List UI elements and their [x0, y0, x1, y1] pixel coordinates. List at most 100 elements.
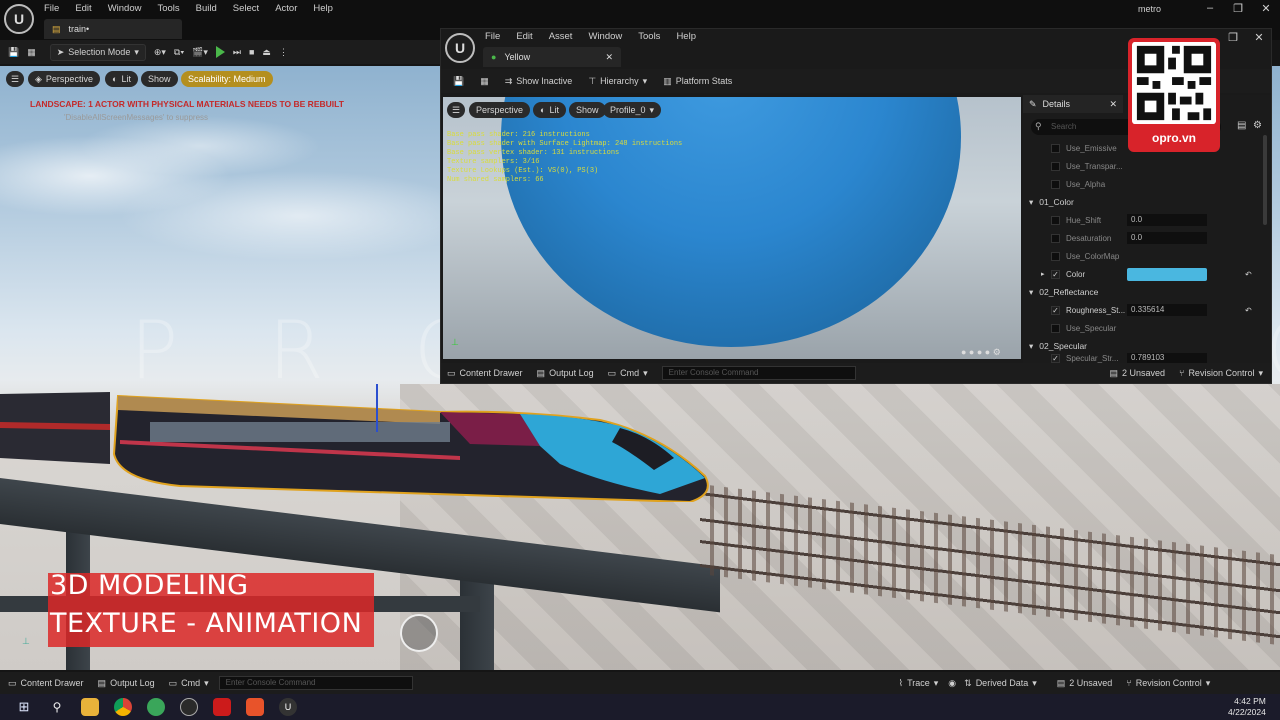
maximize-icon[interactable]: ❐ — [1224, 2, 1252, 15]
param-checkbox[interactable] — [1051, 143, 1060, 153]
train-model[interactable] — [0, 384, 720, 502]
save-icon[interactable]: 💾 — [8, 47, 19, 58]
menu-build[interactable]: Build — [196, 3, 217, 14]
menu-edit[interactable]: Edit — [516, 31, 532, 42]
menu-help[interactable]: Help — [676, 31, 696, 42]
menu-window[interactable]: Window — [108, 3, 142, 14]
param-checkbox[interactable]: ✓ — [1051, 353, 1060, 363]
chrome-icon[interactable] — [114, 698, 132, 716]
trace-button[interactable]: ⌇ Trace ▾ — [899, 678, 939, 689]
section-header[interactable]: ▾ 02_Reflectance — [1029, 283, 1098, 301]
content-drawer-button[interactable]: ▭ Content Drawer — [447, 368, 523, 379]
more-options-icon[interactable]: ⋮ — [279, 47, 288, 58]
color-swatch[interactable] — [1127, 267, 1207, 281]
lit-button[interactable]: ◐ Lit — [533, 102, 566, 118]
preview-shape-icons[interactable]: ● ● ● ● ⚙ — [961, 347, 1001, 358]
camera-actor-icon[interactable] — [400, 614, 438, 652]
play-icon[interactable] — [215, 46, 225, 58]
unreal-engine-icon[interactable]: U — [279, 698, 297, 716]
roughness-value[interactable]: 0.335614 — [1127, 304, 1207, 316]
menu-actor[interactable]: Actor — [275, 3, 297, 14]
desaturation-value[interactable]: 0.0 — [1127, 232, 1207, 244]
brave-icon[interactable] — [246, 698, 264, 716]
step-icon[interactable]: ⏭ — [233, 47, 241, 58]
param-checkbox[interactable]: ✓ — [1051, 269, 1060, 279]
hue-shift-value[interactable]: 0.0 — [1127, 214, 1207, 226]
hierarchy-button[interactable]: ⊤ Hierarchy ▾ — [588, 76, 647, 87]
console-input[interactable]: Enter Console Command — [661, 366, 856, 380]
param-checkbox[interactable]: ✓ — [1051, 305, 1060, 315]
selection-mode-dropdown[interactable]: ➤ Selection Mode ▾ — [49, 43, 146, 61]
perspective-button[interactable]: Perspective — [469, 102, 531, 118]
content-drawer-button[interactable]: ▭ Content Drawer — [8, 678, 84, 689]
unreal-logo-icon[interactable]: U — [445, 33, 475, 63]
blueprint-icon[interactable]: ⧉▾ — [174, 47, 184, 58]
section-header[interactable]: ▾ 01_Color — [1029, 193, 1074, 211]
details-tab[interactable]: ✎ Details ✕ — [1023, 95, 1123, 113]
menu-tools[interactable]: Tools — [638, 31, 660, 42]
param-checkbox[interactable] — [1051, 251, 1060, 261]
file-explorer-icon[interactable] — [81, 698, 99, 716]
menu-asset[interactable]: Asset — [549, 31, 573, 42]
edge-icon[interactable] — [147, 698, 165, 716]
details-scrollbar[interactable] — [1263, 135, 1267, 225]
param-checkbox[interactable] — [1051, 233, 1060, 243]
cmd-dropdown[interactable]: ▭ Cmd ▾ — [608, 368, 648, 379]
eject-icon[interactable]: ⏏ — [262, 47, 271, 58]
revision-control-button[interactable]: ⑂ Revision Control ▾ — [1179, 368, 1263, 379]
scalability-badge[interactable]: Scalability: Medium — [181, 71, 273, 87]
unreal-logo-icon[interactable]: U — [4, 4, 34, 34]
add-actor-icon[interactable]: ⊕▾ — [154, 47, 166, 58]
derived-data-button[interactable]: ⇅ Derived Data ▾ — [964, 678, 1037, 689]
content-browser-icon[interactable]: ▦ — [27, 47, 36, 58]
level-tab[interactable]: ▤ train• — [44, 19, 182, 39]
menu-tools[interactable]: Tools — [157, 3, 179, 14]
profile-dropdown[interactable]: Profile_0 ▾ — [603, 102, 662, 118]
lit-button[interactable]: ◐ Lit — [105, 71, 138, 87]
cmd-dropdown[interactable]: ▭ Cmd ▾ — [169, 678, 209, 689]
show-inactive-button[interactable]: ⇉ Show Inactive — [505, 76, 573, 87]
console-input[interactable]: Enter Console Command — [218, 676, 413, 690]
github-icon[interactable] — [180, 698, 198, 716]
param-checkbox[interactable] — [1051, 323, 1060, 333]
system-clock[interactable]: 4:42 PM 4/22/2024 — [1228, 696, 1266, 718]
close-icon[interactable]: ✕ — [1252, 2, 1280, 15]
cinematics-icon[interactable]: 🎬▾ — [192, 47, 208, 58]
close-tab-icon[interactable]: ✕ — [605, 52, 613, 63]
expand-arrow-icon[interactable]: ▸ — [1041, 270, 1045, 278]
menu-edit[interactable]: Edit — [75, 3, 91, 14]
save-icon[interactable]: 💾 — [453, 76, 464, 87]
param-checkbox[interactable] — [1051, 161, 1060, 171]
close-icon[interactable]: ✕ — [1245, 31, 1273, 44]
menu-help[interactable]: Help — [313, 3, 333, 14]
record-icon[interactable]: ◉ — [948, 678, 956, 689]
param-checkbox[interactable] — [1051, 179, 1060, 189]
stop-icon[interactable]: ■ — [249, 47, 254, 57]
settings-gear-icon[interactable]: ⚙ — [1253, 120, 1262, 131]
reset-icon[interactable]: ↶ — [1245, 270, 1252, 279]
platform-stats-button[interactable]: ▥ Platform Stats — [663, 76, 732, 87]
output-log-button[interactable]: ▤ Output Log — [537, 368, 594, 379]
menu-window[interactable]: Window — [588, 31, 622, 42]
adobe-illustrator-icon[interactable] — [213, 698, 231, 716]
unsaved-button[interactable]: ▤ 2 Unsaved — [1057, 678, 1113, 689]
show-button[interactable]: Show — [141, 71, 178, 87]
viewport-menu-icon[interactable]: ☰ — [6, 71, 24, 87]
minimize-icon[interactable]: – — [1196, 2, 1224, 14]
menu-select[interactable]: Select — [233, 3, 259, 14]
perspective-button[interactable]: ◈ Perspective — [28, 71, 100, 87]
revision-control-button[interactable]: ⑂ Revision Control ▾ — [1126, 678, 1210, 689]
browse-icon[interactable]: ▦ — [480, 76, 489, 87]
unsaved-button[interactable]: ▤ 2 Unsaved — [1109, 368, 1165, 379]
material-preview-viewport[interactable]: ☰ Perspective ◐ Lit Show Profile_0 ▾ Bas… — [443, 97, 1021, 359]
material-tab[interactable]: ● Yellow ✕ — [483, 47, 621, 67]
viewport-menu-icon[interactable]: ☰ — [447, 102, 465, 118]
close-panel-icon[interactable]: ✕ — [1109, 99, 1123, 110]
menu-file[interactable]: File — [44, 3, 59, 14]
maximize-icon[interactable]: ❐ — [1219, 31, 1247, 44]
specular-value[interactable]: 0.789103 — [1127, 353, 1207, 363]
menu-file[interactable]: File — [485, 31, 500, 42]
param-checkbox[interactable] — [1051, 215, 1060, 225]
reset-icon[interactable]: ↶ — [1245, 306, 1252, 315]
show-button[interactable]: Show — [569, 102, 606, 118]
